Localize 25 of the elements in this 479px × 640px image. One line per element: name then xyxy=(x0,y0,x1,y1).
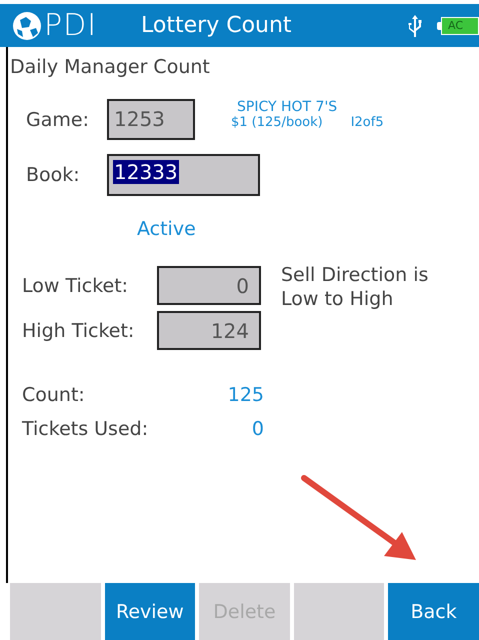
high-ticket-field[interactable]: 124 xyxy=(157,311,261,350)
count-value: 0 xyxy=(250,418,264,440)
field-label: Low Ticket: xyxy=(21,274,130,296)
status-text: Active xyxy=(136,218,197,240)
book-field[interactable]: 12333 xyxy=(107,154,260,196)
battery-label: AC xyxy=(441,16,479,34)
usb-icon xyxy=(407,14,423,38)
game-field[interactable]: 1253 xyxy=(107,99,195,140)
screen-heading: Daily Manager Count xyxy=(10,56,211,78)
field-label: Count: xyxy=(21,384,86,406)
barcode-type: I2of5 xyxy=(350,115,384,130)
review-button[interactable]: Review xyxy=(104,583,196,640)
sell-direction-text: Sell Direction is Low to High xyxy=(281,264,430,312)
field-label: High Ticket: xyxy=(21,320,136,342)
window-title: Lottery Count xyxy=(141,13,293,38)
game-name: SPICY HOT 7'S xyxy=(236,99,338,115)
back-button[interactable]: Back xyxy=(388,583,479,640)
field-label: Book: xyxy=(25,164,81,186)
logo-text: PDI xyxy=(44,8,98,43)
field-label: Game: xyxy=(25,108,90,130)
field-label: Tickets Used: xyxy=(21,418,150,440)
globe-icon xyxy=(12,10,42,40)
game-price: $1 (125/book) xyxy=(231,115,323,130)
low-ticket-field[interactable]: 0 xyxy=(157,266,261,305)
count-value: 125 xyxy=(226,384,264,406)
